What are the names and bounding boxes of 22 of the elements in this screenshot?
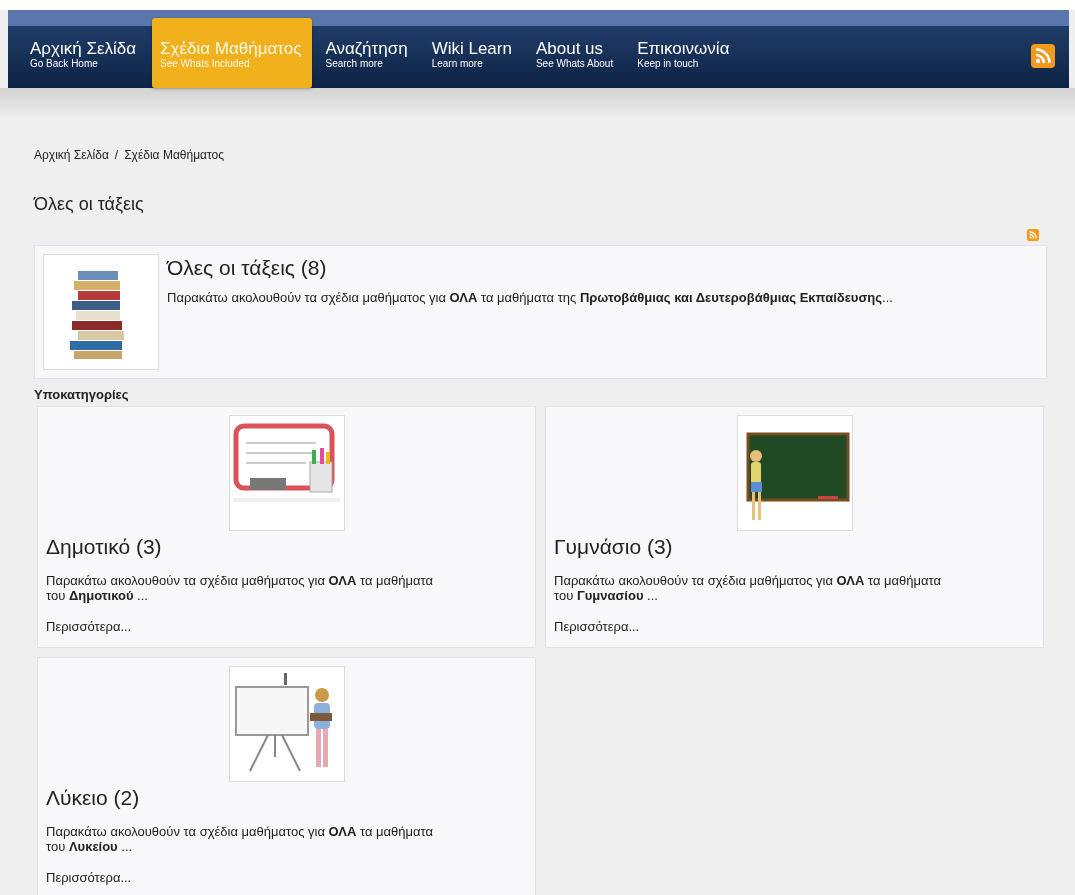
breadcrumb-separator: / bbox=[114, 148, 119, 162]
category-title[interactable]: Όλες οι τάξεις (8) bbox=[167, 256, 957, 280]
more-link[interactable]: Περισσότερα... bbox=[46, 619, 132, 634]
nav-tab[interactable]: Επικοινωνία Keep in touch bbox=[629, 26, 740, 88]
subcategory-title[interactable]: Γυμνάσιο (3) bbox=[554, 535, 1035, 559]
nav-tab[interactable]: Wiki Learn Learn more bbox=[423, 26, 522, 88]
nav-tab[interactable]: About us See Whats About bbox=[527, 26, 624, 88]
breadcrumb-current: Σχέδια Μαθήματος bbox=[124, 148, 225, 162]
section-heading: Υποκατηγορίες bbox=[34, 387, 130, 402]
nav-tab[interactable]: Αναζήτηση Search more bbox=[317, 26, 418, 88]
subcategory-title[interactable]: Λύκειο (2) bbox=[46, 786, 527, 810]
nav-tab[interactable]: Αρχική Σελίδα Go Back Home bbox=[22, 26, 147, 88]
breadcrumb-link[interactable]: Αρχική Σελίδα bbox=[34, 148, 109, 162]
rss-feed-icon[interactable] bbox=[1031, 44, 1055, 68]
subcategory-description: Παρακάτω ακολουθούν τα σχέδια μαθήματος για ΟΛΑ τα μαθήματα του Λυκείου ... bbox=[46, 824, 435, 854]
more-link[interactable]: Περισσότερα... bbox=[46, 870, 132, 885]
category-description: Παρακάτω ακολουθούν τα σχέδια μαθήματος για ΟΛΑ τα μαθήματα της Πρωτοβάθμιας και Δευτεροβάθμιας Εκπαίδευσης... bbox=[167, 290, 894, 305]
subcategory-description: Παρακάτω ακολουθούν τα σχέδια μαθήματος για ΟΛΑ τα μαθήματα του Δημοτικού ... bbox=[46, 573, 435, 603]
subcategory-description: Παρακάτω ακολουθούν τα σχέδια μαθήματος για ΟΛΑ τα μαθήματα του Γυμνασίου ... bbox=[554, 573, 943, 603]
page-title: Όλες οι τάξεις bbox=[34, 194, 145, 215]
subcategory-title[interactable]: Δημοτικό (3) bbox=[46, 535, 527, 559]
more-link[interactable]: Περισσότερα... bbox=[554, 619, 640, 634]
